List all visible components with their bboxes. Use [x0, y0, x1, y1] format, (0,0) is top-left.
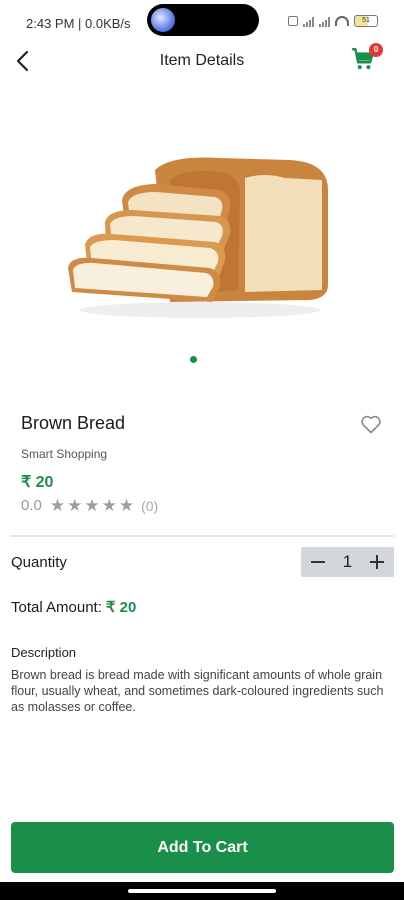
signal-icon	[303, 16, 314, 27]
favorite-button[interactable]	[359, 412, 383, 436]
product-image	[60, 150, 340, 325]
status-bar: 2:43 PM | 0.0KB/s 51	[0, 0, 404, 36]
star-icon: ★	[49, 496, 66, 515]
heart-icon	[361, 415, 381, 434]
star-icon: ★	[67, 496, 83, 515]
page-title: Item Details	[159, 52, 245, 69]
quantity-value: 1	[342, 552, 353, 571]
rating-stars: ★ ★ ★ ★ ★	[50, 497, 134, 514]
camera-cutout	[147, 4, 259, 36]
cart-count-badge: 0	[369, 43, 383, 57]
notification-icon	[288, 16, 298, 26]
star-icon: ★	[84, 496, 100, 515]
rating-count: (0)	[141, 497, 159, 514]
star-icon: ★	[101, 496, 117, 515]
wifi-icon	[335, 16, 349, 26]
status-time: 2:43 PM | 0.0KB/s	[26, 16, 131, 31]
description-text: Brown bread is bread made with significa…	[11, 668, 384, 714]
carousel-indicator[interactable]	[190, 356, 197, 363]
rating-row: 0.0 ★ ★ ★ ★ ★ (0)	[21, 497, 158, 514]
status-icons: 51	[288, 15, 378, 27]
bread-loaf-image	[68, 157, 328, 318]
product-price: ₹ 20	[21, 474, 54, 491]
decrease-quantity-button[interactable]	[310, 554, 326, 570]
product-name: Brown Bread	[21, 413, 126, 433]
battery-icon: 51	[354, 15, 378, 27]
add-to-cart-button[interactable]: Add To Cart	[11, 822, 394, 873]
app-header: Item Details 0	[0, 40, 404, 80]
total-amount-label: Total Amount:	[11, 599, 102, 616]
system-nav-bar	[0, 882, 404, 900]
cart-button[interactable]: 0	[350, 43, 383, 74]
rating-value: 0.0	[21, 497, 42, 514]
description-label: Description	[11, 645, 77, 660]
assistant-bubble-icon	[151, 8, 175, 32]
increase-quantity-button[interactable]	[369, 554, 385, 570]
total-amount-value: ₹ 20	[105, 599, 137, 616]
home-gesture-handle[interactable]	[128, 889, 276, 893]
quantity-label: Quantity	[11, 554, 67, 571]
product-brand: Smart Shopping	[21, 447, 108, 461]
signal-icon-2	[319, 16, 330, 27]
quantity-stepper: 1	[301, 547, 394, 577]
total-amount-row: Total Amount: ₹ 20	[11, 598, 136, 616]
section-divider	[10, 535, 394, 537]
star-icon: ★	[118, 496, 135, 515]
